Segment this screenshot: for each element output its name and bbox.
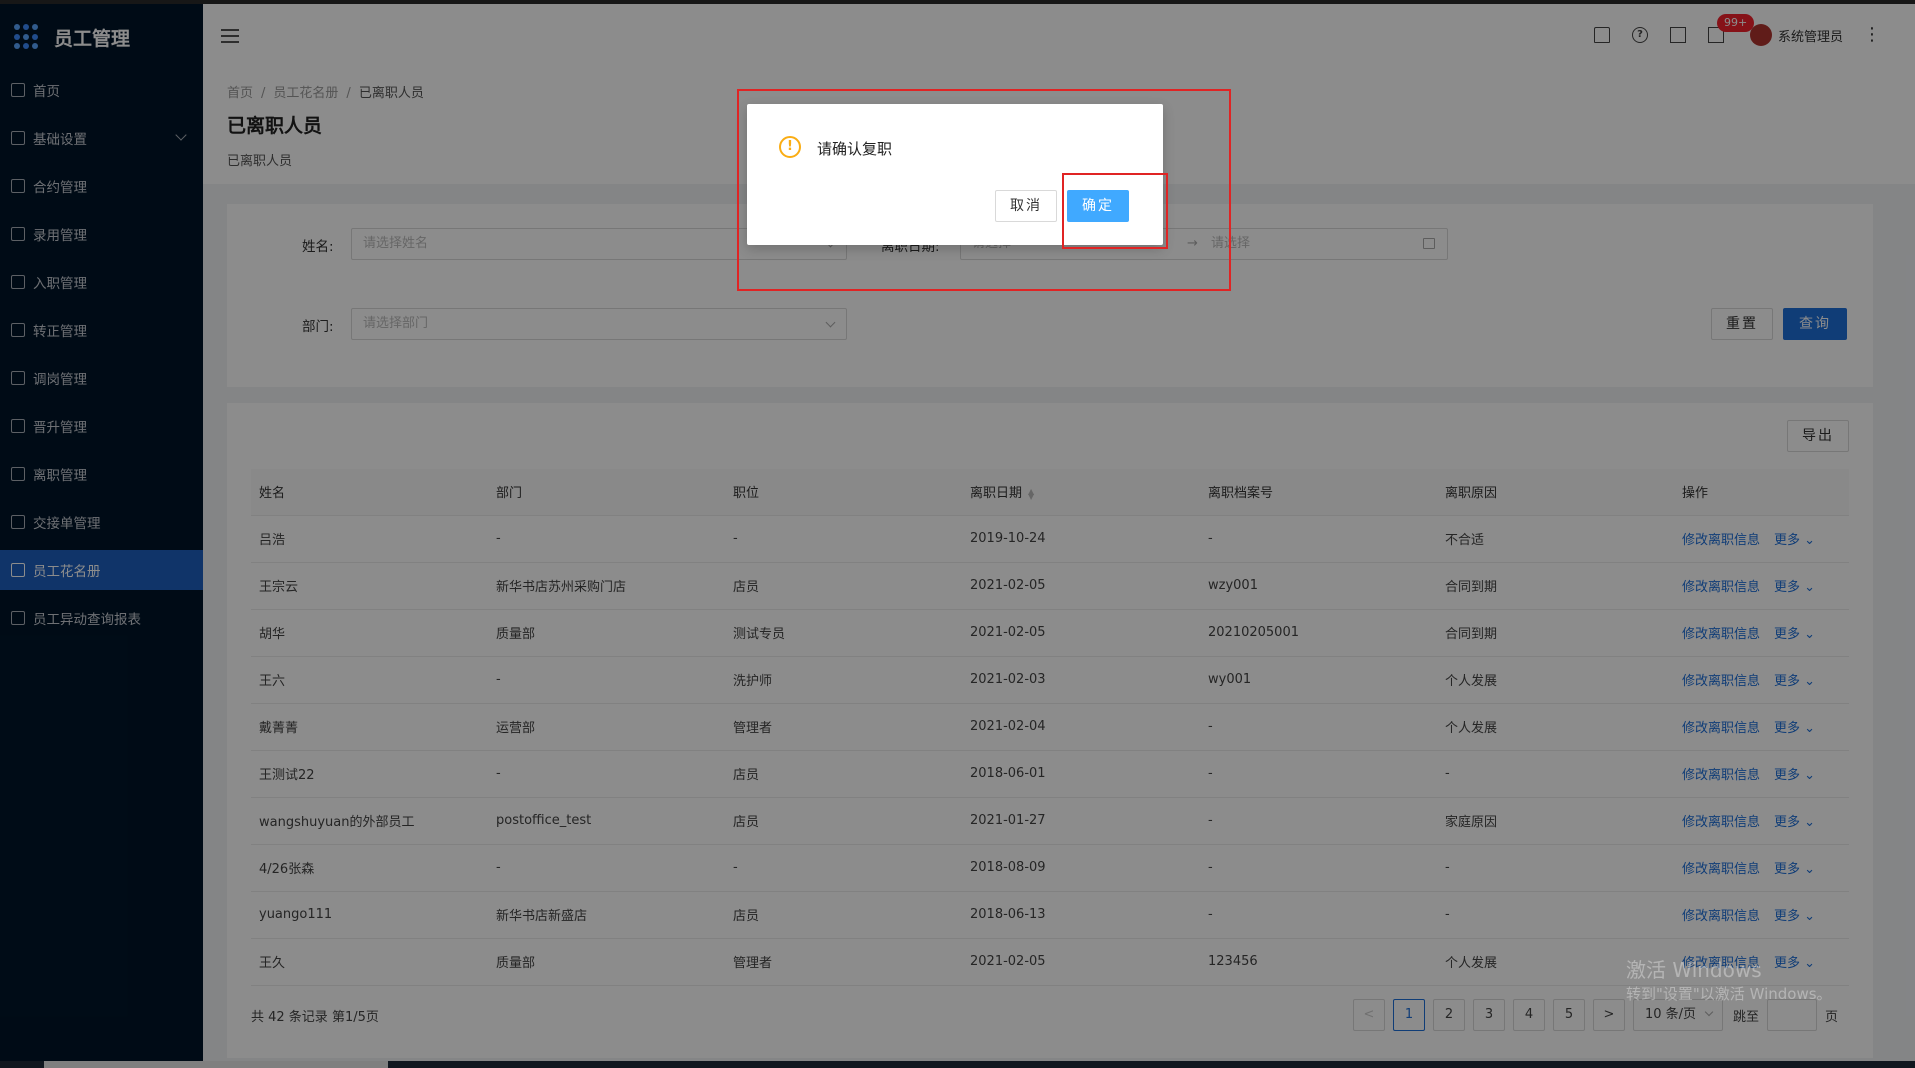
highlight-box-ok — [1062, 173, 1168, 249]
windows-activation-watermark: 激活 Windows 转到"设置"以激活 Windows。 — [1626, 958, 1832, 1003]
